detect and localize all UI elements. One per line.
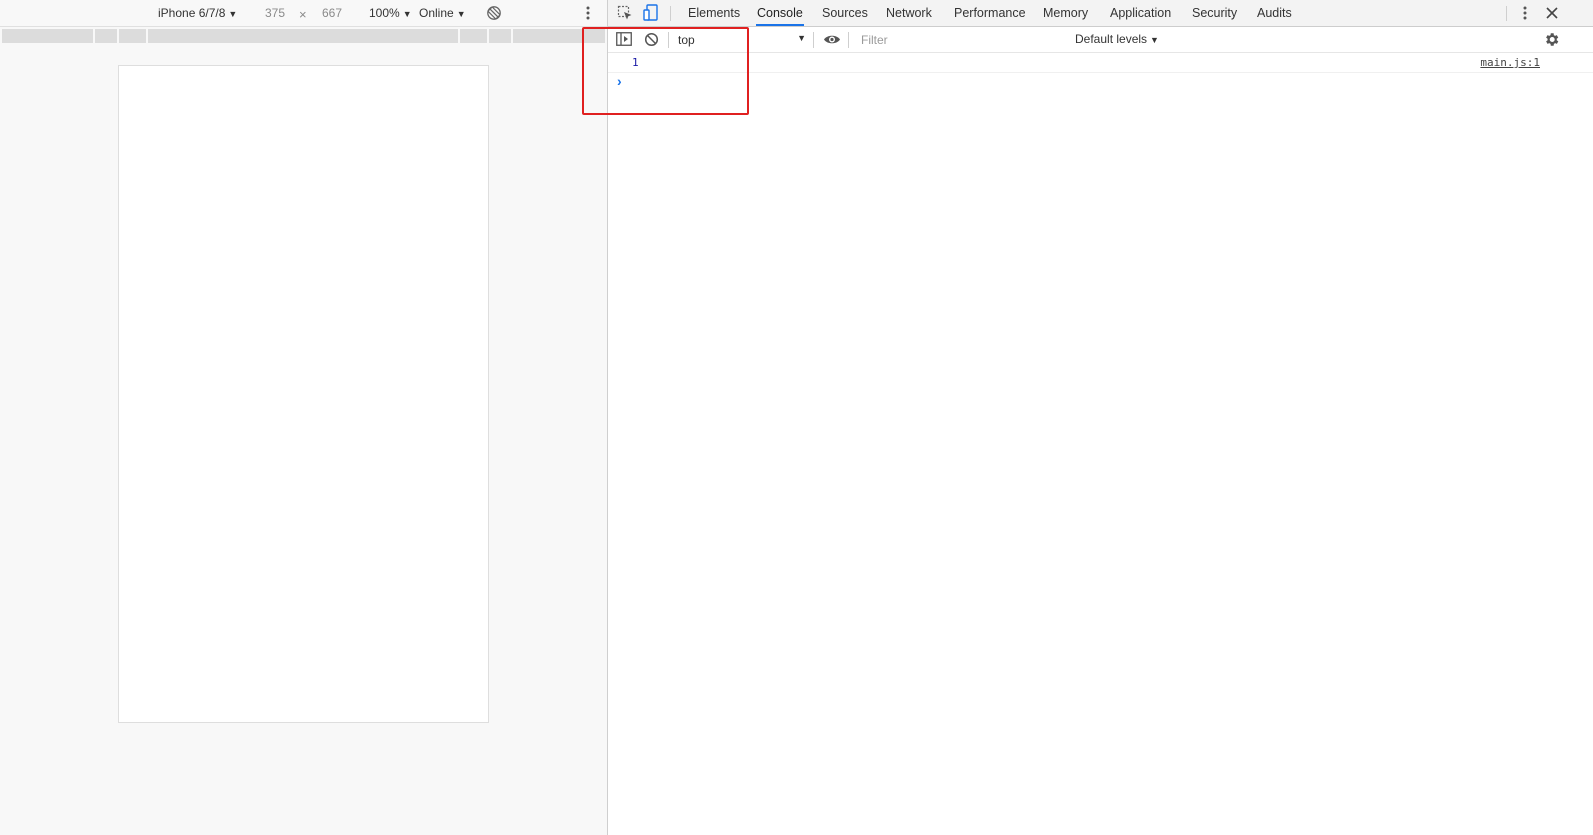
divider (813, 32, 814, 48)
live-expression-eye-icon[interactable] (823, 33, 841, 46)
console-messages: 1 main.js:1 › (608, 53, 1593, 93)
tab-memory[interactable]: Memory (1042, 0, 1089, 26)
throttling-value: Online (419, 6, 454, 20)
chevron-down-icon: ▼ (456, 9, 466, 19)
chevron-down-icon: ▼ (228, 9, 238, 19)
log-levels-dropdown[interactable]: Default levels ▼ (1075, 32, 1159, 46)
close-icon[interactable] (1544, 5, 1560, 21)
media-query-bar[interactable] (2, 29, 93, 43)
media-query-bar[interactable] (95, 29, 117, 43)
zoom-select[interactable]: 100% ▼ (369, 6, 412, 20)
device-select[interactable]: iPhone 6/7/8 ▼ (158, 6, 237, 20)
divider (668, 32, 669, 48)
divider (1506, 6, 1507, 21)
media-query-bar[interactable] (119, 29, 146, 43)
media-query-bar[interactable] (460, 29, 487, 43)
tab-performance[interactable]: Performance (953, 0, 1027, 26)
more-options-icon[interactable] (583, 5, 593, 21)
throttling-select[interactable]: Online ▼ (419, 6, 466, 20)
media-query-bar[interactable] (148, 29, 458, 43)
media-query-bar[interactable] (513, 29, 605, 43)
console-filter-input[interactable] (853, 30, 1067, 50)
devtools-tabbar: Elements Console Sources Network Perform… (608, 0, 1593, 27)
tab-application[interactable]: Application (1109, 0, 1172, 26)
device-emulation-pane: iPhone 6/7/8 ▼ 375 × 667 100% ▼ Online ▼ (0, 0, 607, 835)
execution-context-select[interactable]: top ▼ (670, 30, 808, 50)
tab-network[interactable]: Network (885, 0, 933, 26)
device-viewport[interactable] (118, 65, 489, 723)
width-input[interactable]: 375 (265, 6, 285, 20)
gear-icon[interactable] (1543, 31, 1560, 48)
media-query-ruler (2, 29, 605, 43)
console-message-row: 1 main.js:1 (608, 53, 1593, 73)
console-message-text: 1 (632, 56, 639, 69)
dimension-separator: × (299, 7, 307, 22)
context-value: top (678, 33, 695, 47)
divider (670, 6, 671, 21)
clear-console-icon[interactable] (644, 32, 659, 47)
media-query-bar[interactable] (489, 29, 511, 43)
tab-sources[interactable]: Sources (821, 0, 869, 26)
device-toolbar-toggle-icon[interactable] (643, 4, 659, 22)
zoom-value: 100% (369, 6, 400, 20)
height-input[interactable]: 667 (322, 6, 342, 20)
divider (848, 32, 849, 48)
devtools-panel: Elements Console Sources Network Perform… (608, 0, 1593, 835)
more-options-icon[interactable] (1520, 5, 1530, 21)
chevron-down-icon: ▼ (402, 9, 412, 19)
tab-audits[interactable]: Audits (1256, 0, 1293, 26)
rotate-icon[interactable] (486, 5, 502, 21)
device-name: iPhone 6/7/8 (158, 6, 226, 20)
log-levels-label: Default levels (1075, 32, 1148, 46)
sidebar-toggle-icon[interactable] (616, 32, 632, 46)
tab-console[interactable]: Console (756, 0, 804, 26)
tab-elements[interactable]: Elements (687, 0, 741, 26)
inspect-element-icon[interactable] (617, 5, 633, 21)
tab-security[interactable]: Security (1191, 0, 1238, 26)
prompt-caret-icon: › (617, 73, 622, 89)
source-link[interactable]: main.js:1 (1480, 56, 1540, 69)
chevron-down-icon: ▼ (797, 33, 806, 43)
console-toolbar: top ▼ Default levels▼ (608, 27, 1593, 53)
console-prompt[interactable]: › (608, 73, 1593, 93)
chevron-down-icon: ▼ (1150, 35, 1159, 45)
device-toolbar: iPhone 6/7/8 ▼ 375 × 667 100% ▼ Online ▼ (0, 0, 607, 27)
